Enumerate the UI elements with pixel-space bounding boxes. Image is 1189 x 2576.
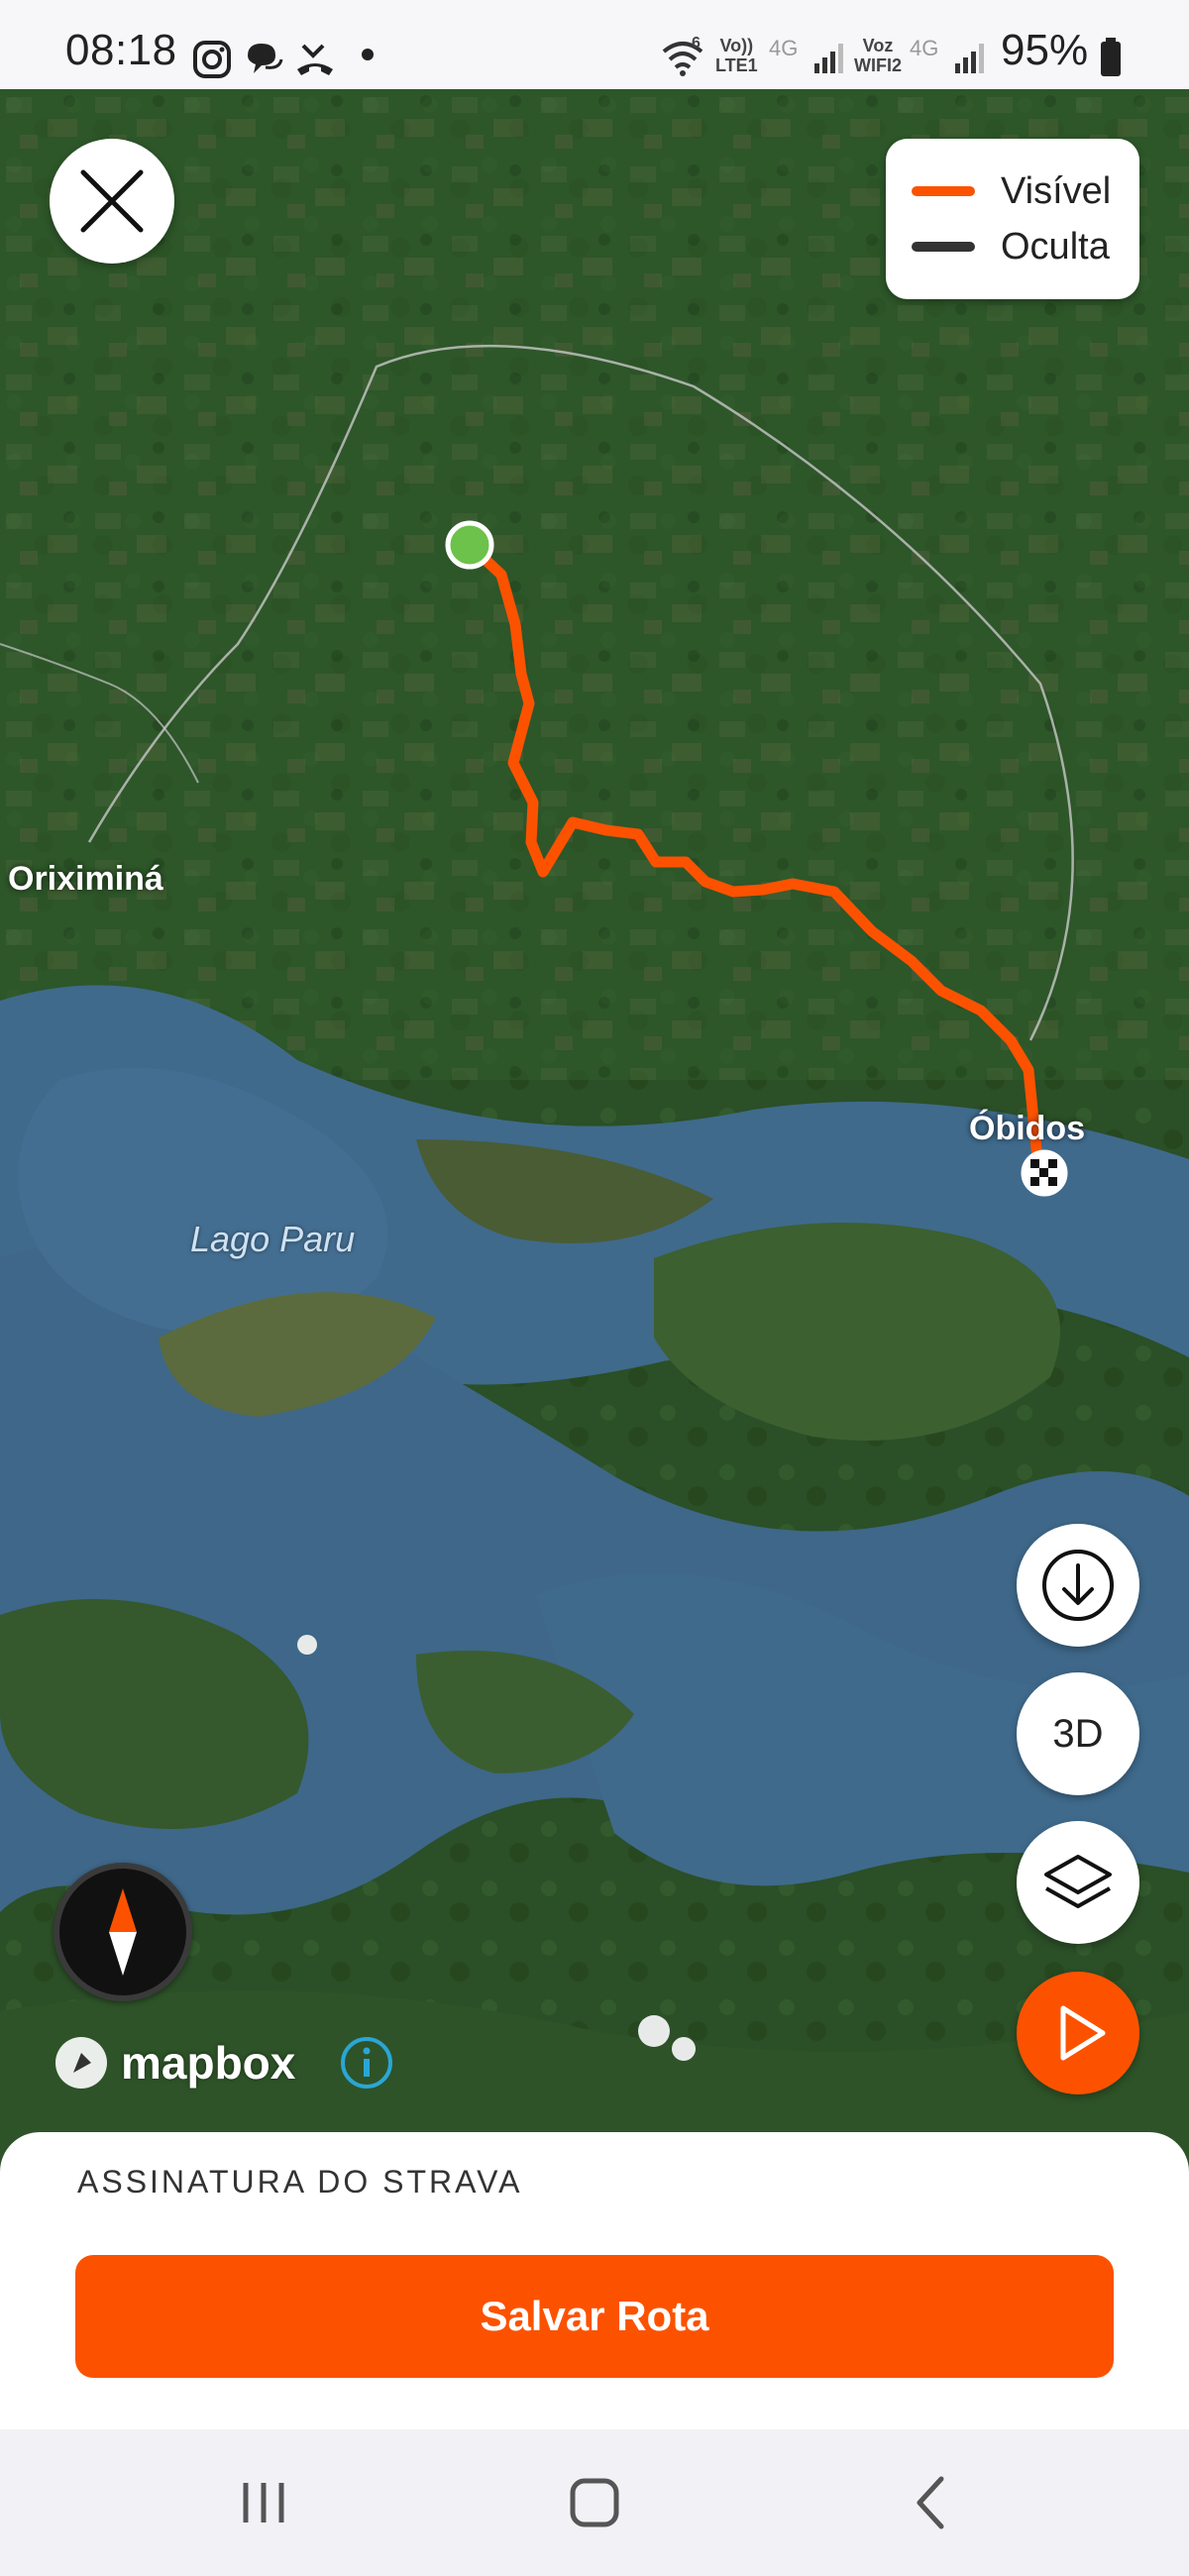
legend-hidden-swatch — [912, 242, 975, 252]
play-icon — [1060, 2005, 1106, 2061]
wifi-badge: 6 — [692, 35, 701, 52]
network-type-1: 4G — [769, 36, 799, 60]
back-button[interactable] — [852, 2429, 1011, 2576]
sheet-subtitle: ASSINATURA DO STRAVA — [77, 2164, 523, 2200]
save-route-button[interactable]: Salvar Rota — [75, 2255, 1114, 2378]
download-icon — [1042, 1550, 1114, 1621]
battery-icon — [1101, 38, 1121, 76]
map-layers-button[interactable] — [1017, 1821, 1139, 1944]
battery-percentage: 95% — [1001, 26, 1089, 74]
download-button[interactable] — [1017, 1524, 1139, 1647]
close-button[interactable] — [50, 139, 174, 264]
network-label-2: Voz WIFI2 — [854, 36, 902, 75]
legend-visible-label: Visível — [1001, 169, 1112, 212]
instagram-icon — [193, 41, 231, 78]
dot-icon — [362, 49, 374, 60]
toggle-3d-label: 3D — [1052, 1711, 1104, 1756]
legend-hidden: Oculta — [912, 222, 1110, 271]
back-icon — [917, 2476, 944, 2529]
chat-icon — [248, 44, 283, 73]
network-type-2: 4G — [910, 36, 939, 60]
map-view[interactable]: Oriximiná Óbidos Lago Paru — [0, 89, 1189, 2180]
play-flyover-button[interactable] — [1017, 1972, 1139, 2094]
toggle-3d-button[interactable]: 3D — [1017, 1672, 1139, 1795]
signal-icon — [814, 44, 843, 73]
network-label-1: Vo)) LTE1 — [715, 36, 758, 75]
mapbox-icon — [55, 2037, 107, 2089]
route-legend: Visível Oculta — [886, 139, 1139, 299]
layers-icon — [1044, 1855, 1112, 1908]
map-label-oriximina: Oriximiná — [8, 860, 163, 898]
navigation-bar — [0, 2429, 1189, 2576]
map-label-obidos: Óbidos — [969, 1110, 1086, 1147]
legend-visible: Visível — [912, 166, 1111, 216]
recent-apps-icon — [243, 2483, 284, 2522]
bottom-sheet: ASSINATURA DO STRAVA Salvar Rota — [0, 2132, 1189, 2429]
route-finish-marker — [1021, 1149, 1068, 1197]
recent-apps-button[interactable] — [184, 2429, 343, 2576]
mapbox-wordmark: mapbox — [121, 2037, 296, 2089]
status-bar: 08:18 6 Vo)) LTE1 4G Voz WIFI2 4G 95% — [0, 0, 1189, 89]
route-start-marker — [445, 520, 494, 570]
legend-hidden-label: Oculta — [1001, 225, 1110, 268]
home-button[interactable] — [515, 2429, 674, 2576]
home-icon — [570, 2478, 619, 2527]
map-label-lago-paru: Lago Paru — [190, 1219, 356, 1259]
missed-call-icon — [297, 44, 333, 75]
close-icon — [80, 169, 144, 233]
mapbox-logo[interactable]: mapbox — [52, 2033, 295, 2093]
attribution-info-icon[interactable] — [339, 2035, 394, 2091]
legend-visible-swatch — [912, 186, 975, 196]
compass-button[interactable] — [54, 1863, 192, 2001]
compass-icon — [109, 1888, 137, 1976]
status-time: 08:18 — [65, 26, 177, 74]
signal-icon-2 — [955, 44, 984, 73]
